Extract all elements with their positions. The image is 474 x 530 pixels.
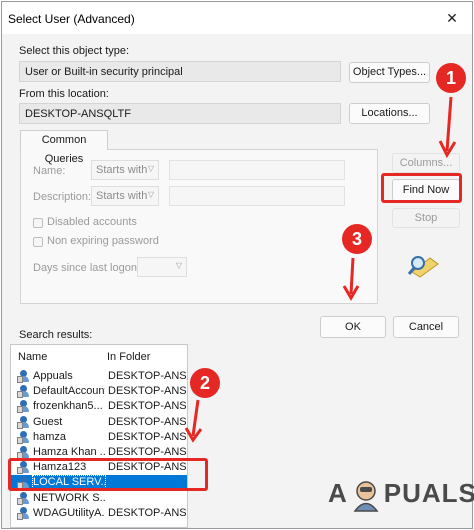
table-row[interactable]: Guest DESKTOP-ANS... bbox=[11, 415, 187, 430]
table-row[interactable]: Appuals DESKTOP-ANS... bbox=[11, 369, 187, 384]
column-header-in-folder[interactable]: In Folder bbox=[107, 351, 150, 363]
object-type-field: User or Built-in security principal bbox=[19, 61, 341, 82]
row-folder: DESKTOP-ANS... bbox=[108, 446, 186, 458]
cancel-button[interactable]: Cancel bbox=[393, 316, 459, 338]
user-icon bbox=[17, 430, 31, 444]
description-query-input[interactable] bbox=[169, 186, 345, 206]
row-name: DefaultAccount bbox=[33, 385, 105, 398]
row-name: Appuals bbox=[33, 370, 73, 382]
user-icon bbox=[17, 400, 31, 414]
find-now-highlight-box bbox=[381, 173, 462, 203]
row-folder: DESKTOP-ANS... bbox=[108, 415, 186, 428]
row-name: Hamza Khan ... bbox=[33, 446, 105, 458]
days-since-logon-select[interactable]: ▽ bbox=[137, 257, 187, 277]
description-mode-value: Starts with bbox=[96, 190, 148, 202]
row-folder: DESKTOP-ANS... bbox=[108, 430, 186, 443]
step-badge-3: 3 bbox=[342, 224, 372, 254]
object-type-label: Select this object type: bbox=[19, 45, 130, 57]
chevron-down-icon: ▽ bbox=[147, 190, 154, 199]
user-icon bbox=[17, 415, 31, 429]
description-mode-select[interactable]: Starts with ▽ bbox=[91, 186, 159, 206]
non-expiring-label: Non expiring password bbox=[47, 235, 159, 247]
row-folder: DESKTOP-ANS... bbox=[108, 400, 186, 413]
days-since-logon-label: Days since last logon: bbox=[33, 262, 140, 274]
location-field: DESKTOP-ANSQLTF bbox=[19, 103, 341, 124]
tab-common-queries[interactable]: Common Queries bbox=[20, 130, 108, 165]
arrow-down-icon bbox=[438, 96, 457, 159]
close-button[interactable]: ✕ bbox=[432, 2, 472, 34]
chevron-down-icon: ▽ bbox=[175, 261, 182, 270]
row-name: NETWORK S... bbox=[33, 491, 105, 504]
step-badge-2: 2 bbox=[190, 368, 220, 398]
name-query-input[interactable] bbox=[169, 160, 345, 180]
table-row[interactable]: DefaultAccountDESKTOP-ANS... bbox=[11, 384, 187, 399]
row-name: Guest bbox=[33, 415, 63, 428]
table-row[interactable]: WDAGUtilityA...DESKTOP-ANS... bbox=[11, 506, 187, 521]
table-row[interactable]: frozenkhan5... DESKTOP-ANS... bbox=[11, 399, 187, 414]
row-folder: DESKTOP-ANS... bbox=[108, 506, 186, 519]
watermark-left-text: A bbox=[328, 478, 348, 508]
table-row[interactable]: NETWORK S... bbox=[11, 491, 187, 506]
column-header-name[interactable]: Name bbox=[18, 351, 47, 363]
search-animation-icon bbox=[407, 256, 439, 278]
local-service-highlight-box bbox=[8, 458, 208, 491]
arrow-down-icon bbox=[342, 257, 360, 301]
description-query-label: Description: bbox=[33, 191, 92, 203]
search-results-list[interactable]: Name In Folder AppualsDESKTOP-ANS...Defa… bbox=[10, 344, 188, 528]
object-types-button[interactable]: Object Types... bbox=[349, 62, 430, 83]
step-badge-1: 1 bbox=[436, 63, 466, 93]
mascot-logo-icon bbox=[353, 481, 379, 512]
common-queries-panel: Name: Starts with ▽ Description: Starts … bbox=[20, 149, 378, 304]
arrow-down-icon bbox=[184, 399, 203, 443]
chevron-down-icon: ▽ bbox=[147, 164, 154, 173]
search-results-label: Search results: bbox=[19, 329, 93, 341]
name-mode-select[interactable]: Starts with ▽ bbox=[91, 160, 159, 180]
user-icon bbox=[17, 506, 31, 520]
non-expiring-checkbox[interactable] bbox=[33, 237, 43, 247]
stop-button[interactable]: Stop bbox=[392, 208, 460, 228]
name-mode-value: Starts with bbox=[96, 164, 148, 176]
title-bar: Select User (Advanced) ✕ bbox=[2, 2, 472, 34]
row-name: hamza bbox=[33, 430, 67, 443]
table-row[interactable]: hamza DESKTOP-ANS... bbox=[11, 430, 187, 445]
disabled-accounts-checkbox[interactable] bbox=[33, 218, 43, 228]
row-name: WDAGUtilityA... bbox=[33, 506, 105, 519]
location-label: From this location: bbox=[19, 88, 109, 100]
user-icon bbox=[17, 370, 31, 383]
select-user-dialog: Select User (Advanced) ✕ Select this obj… bbox=[1, 1, 473, 529]
user-icon bbox=[17, 491, 31, 505]
ok-button[interactable]: OK bbox=[320, 316, 386, 338]
window-title: Select User (Advanced) bbox=[8, 12, 135, 26]
watermark-right-text: PUALS bbox=[383, 478, 474, 508]
appuals-watermark: A PUALS bbox=[328, 478, 474, 512]
locations-button[interactable]: Locations... bbox=[349, 103, 430, 124]
disabled-accounts-label: Disabled accounts bbox=[47, 216, 137, 228]
user-icon bbox=[17, 385, 31, 399]
row-name: frozenkhan5... bbox=[33, 400, 103, 413]
row-folder: DESKTOP-ANS... bbox=[108, 370, 186, 382]
row-folder: DESKTOP-ANS... bbox=[108, 385, 186, 398]
